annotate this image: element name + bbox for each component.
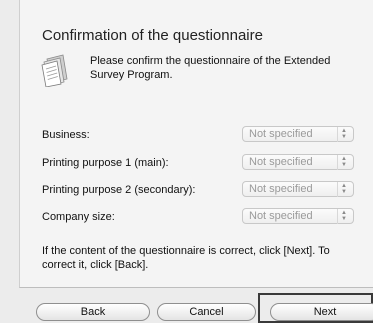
instruction-note: If the content of the questionnaire is c…	[42, 245, 330, 271]
dialog-title: Confirmation of the questionnaire	[42, 27, 263, 44]
intro-text: Please confirm the questionnaire of the …	[90, 55, 331, 81]
updown-arrows-icon: ▲ ▼	[337, 182, 350, 197]
cancel-button[interactable]: Cancel	[157, 303, 256, 321]
back-button[interactable]: Back	[36, 303, 150, 321]
updown-arrows-icon: ▲ ▼	[337, 127, 350, 142]
printing-purpose-2-value: Not specified	[249, 183, 313, 195]
field-label-printing-purpose-1: Printing purpose 1 (main):	[42, 157, 169, 169]
field-label-business: Business:	[42, 129, 90, 141]
updown-arrows-icon: ▲ ▼	[337, 155, 350, 170]
business-value: Not specified	[249, 128, 313, 140]
updown-arrows-icon: ▲ ▼	[337, 209, 350, 224]
printing-purpose-1-value: Not specified	[249, 156, 313, 168]
company-size-value: Not specified	[249, 210, 313, 222]
printing-purpose-1-select[interactable]: Not specified ▲ ▼	[242, 154, 354, 170]
company-size-select[interactable]: Not specified ▲ ▼	[242, 208, 354, 224]
field-label-company-size: Company size:	[42, 211, 115, 223]
business-select[interactable]: Not specified ▲ ▼	[242, 126, 354, 142]
printing-purpose-2-select[interactable]: Not specified ▲ ▼	[242, 181, 354, 197]
document-stack-icon	[41, 54, 68, 87]
next-button[interactable]: Next	[270, 303, 373, 321]
field-label-printing-purpose-2: Printing purpose 2 (secondary):	[42, 184, 196, 196]
